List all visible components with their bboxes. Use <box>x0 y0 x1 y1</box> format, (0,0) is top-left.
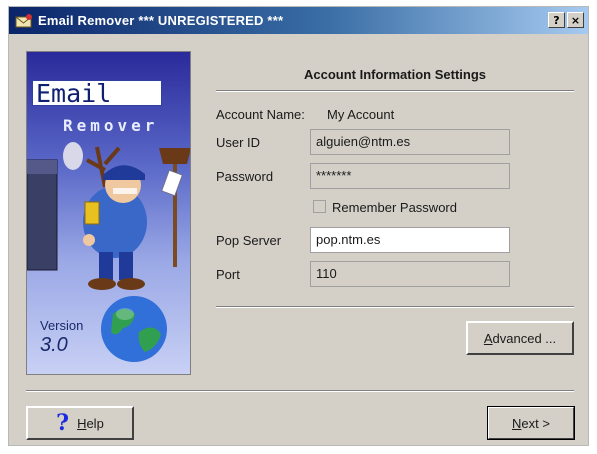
next-button-label: Next > <box>512 415 550 431</box>
remember-password-label[interactable]: Remember Password <box>332 200 457 215</box>
remember-password-checkbox[interactable] <box>313 200 326 213</box>
port-field[interactable]: 110 <box>310 261 510 287</box>
window-title: Email Remover *** UNREGISTERED *** <box>38 13 284 28</box>
version-number: 3.0 <box>40 334 68 356</box>
footer-divider <box>26 390 574 392</box>
title-bar[interactable]: Email Remover *** UNREGISTERED *** <box>9 7 588 34</box>
question-mark-icon: ? <box>56 410 70 436</box>
pop-server-label: Pop Server <box>216 233 282 248</box>
account-name-value: My Account <box>327 107 395 122</box>
advanced-button[interactable]: Advanced ... <box>466 321 574 355</box>
section-title: Account Information Settings <box>304 67 486 82</box>
context-help-button[interactable]: ? <box>548 12 565 28</box>
version-label: Version <box>40 318 84 333</box>
close-icon: × <box>570 13 581 27</box>
next-button[interactable]: Next > <box>487 406 575 440</box>
close-button[interactable]: × <box>567 12 584 28</box>
password-field[interactable]: ******* <box>310 163 510 189</box>
help-button[interactable]: ? Help <box>26 406 134 440</box>
help-button-label: Help <box>77 415 104 431</box>
password-label: Password <box>216 169 274 184</box>
user-id-field[interactable]: alguien@ntm.es <box>310 129 510 155</box>
question-mark-icon: ? <box>553 13 560 27</box>
account-name-label: Account Name: <box>216 107 305 122</box>
user-id-label: User ID <box>216 135 261 150</box>
envelope-icon <box>15 13 33 29</box>
branding-panel: Email Remover Version 3.0 <box>26 51 191 375</box>
fields-divider <box>216 306 574 308</box>
pop-server-field[interactable]: pop.ntm.es <box>310 227 510 253</box>
advanced-button-label: Advanced ... <box>483 330 557 346</box>
port-label: Port <box>216 267 240 282</box>
title-divider <box>216 90 574 92</box>
email-remover-window: Email Remover *** UNREGISTERED *** ? × E… <box>8 6 589 446</box>
